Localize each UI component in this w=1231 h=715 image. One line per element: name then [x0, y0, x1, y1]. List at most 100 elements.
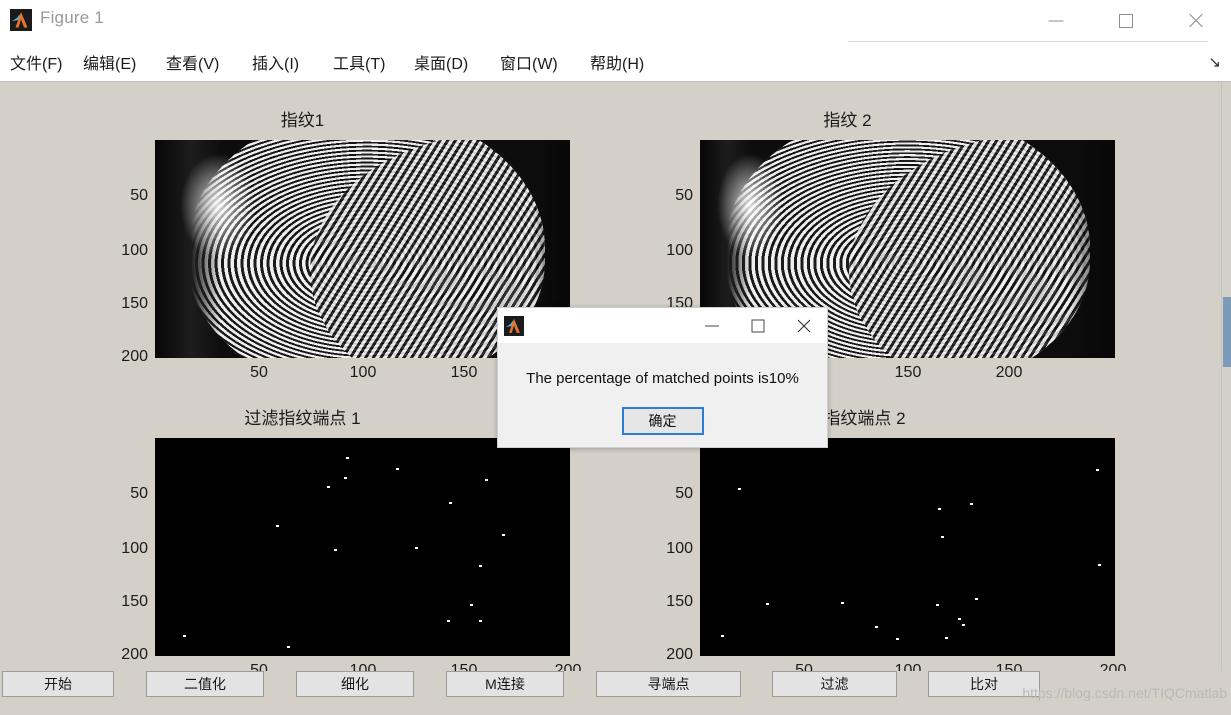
endpoint-marker	[470, 604, 474, 607]
window-title: Figure 1	[40, 8, 104, 27]
endpoint-marker	[479, 564, 483, 567]
endpoint-marker	[287, 646, 291, 649]
ytick-label: 200	[121, 348, 148, 365]
endpoint-marker	[896, 638, 900, 641]
menu-item-edit[interactable]: 编辑(E)	[83, 50, 136, 74]
title-bar: Figure 1	[0, 0, 1231, 42]
matlab-icon	[504, 316, 524, 336]
endpoint-marker	[1098, 563, 1102, 566]
maximize-icon	[751, 319, 765, 332]
endpoint-marker	[485, 478, 489, 481]
ytick-label: 50	[675, 485, 693, 502]
dialog-ok-button[interactable]: 确定	[621, 407, 704, 435]
subplot-endpoints-1: 过滤指纹端点 1 50 100 150 200 50 100 150 200	[30, 394, 581, 684]
menu-item-help[interactable]: 帮助(H)	[590, 50, 644, 74]
ytick-label: 200	[666, 646, 693, 663]
endpoint-marker	[479, 620, 483, 623]
endpoint-marker	[1096, 468, 1100, 471]
start-button[interactable]: 开始	[2, 671, 114, 697]
xtick-label: 50	[250, 364, 268, 381]
subplot-fingerprint-1: 指纹1 50 100 150 200 50 100 150	[30, 96, 575, 386]
endpoint-marker	[447, 620, 451, 623]
subplot-title-endpoints-1: 过滤指纹端点 1	[244, 409, 361, 428]
toolbar-expand-icon[interactable]: ↘	[1208, 53, 1221, 71]
endpoint-marker	[502, 534, 506, 537]
ytick-label: 150	[121, 593, 148, 610]
maximize-button[interactable]	[1091, 0, 1161, 42]
menu-item-view[interactable]: 查看(V)	[166, 50, 219, 74]
menu-item-file[interactable]: 文件(F)	[10, 50, 62, 74]
close-icon	[796, 317, 813, 334]
minimize-icon	[705, 325, 719, 326]
xtick-label: 150	[450, 364, 478, 381]
ytick-label: 50	[130, 485, 148, 502]
scrollbar-thumb[interactable]	[1223, 297, 1231, 367]
ytick-label: 100	[121, 540, 148, 557]
axes-endpoints-2[interactable]	[700, 438, 1115, 656]
endpoint-marker	[345, 456, 349, 459]
ytick-label: 200	[121, 646, 148, 663]
ytick-label: 100	[121, 242, 148, 259]
endpoint-marker	[449, 502, 453, 505]
dialog-title-bar	[498, 308, 827, 343]
endpoint-marker	[766, 603, 770, 606]
xtick-label: 150	[894, 364, 922, 381]
subplot-title-fingerprint-1: 指纹1	[280, 111, 325, 130]
dialog-close-button[interactable]	[781, 308, 827, 343]
menu-bar: 文件(F) 编辑(E) 查看(V) 插入(I) 工具(T) 桌面(D) 窗口(W…	[0, 42, 1231, 82]
close-icon	[1187, 12, 1205, 30]
minimize-button[interactable]	[1021, 0, 1091, 42]
endpoint-marker	[183, 635, 187, 638]
endpoint-marker	[975, 597, 979, 600]
endpoint-marker	[945, 637, 949, 640]
endpoint-marker	[935, 604, 939, 607]
maximize-icon	[1119, 14, 1133, 28]
xtick-label: 100	[349, 364, 377, 381]
ytick-label: 100	[666, 540, 693, 557]
menu-item-desktop[interactable]: 桌面(D)	[414, 50, 468, 74]
axes-endpoints-1[interactable]	[155, 438, 570, 656]
m-connect-button[interactable]: M连接	[446, 671, 564, 697]
matlab-figure-window: Figure 1 文件(F) 编辑(E) 查看(V) 插入(I) 工具(T) 桌…	[0, 0, 1231, 715]
endpoint-marker	[937, 508, 941, 511]
matlab-icon	[10, 9, 32, 31]
message-dialog: The percentage of matched points is10% 确…	[497, 307, 828, 448]
endpoint-marker	[275, 525, 279, 528]
endpoint-marker	[969, 503, 973, 506]
ytick-label: 50	[675, 187, 693, 204]
endpoint-marker	[962, 624, 966, 627]
figure-scrollbar[interactable]	[1221, 82, 1231, 678]
dialog-maximize-button[interactable]	[735, 308, 781, 343]
ytick-label: 50	[130, 187, 148, 204]
dialog-minimize-button[interactable]	[689, 308, 735, 343]
endpoint-marker	[415, 547, 419, 549]
endpoint-marker	[737, 487, 741, 490]
filter-button[interactable]: 过滤	[772, 671, 897, 697]
binarize-button[interactable]: 二值化	[146, 671, 264, 697]
endpoint-marker	[875, 626, 879, 629]
endpoint-marker	[941, 536, 945, 539]
menu-item-insert[interactable]: 插入(I)	[252, 50, 299, 74]
ytick-label: 100	[666, 242, 693, 259]
endpoint-marker	[326, 485, 330, 488]
window-controls	[1021, 0, 1231, 42]
ytick-label: 150	[121, 295, 148, 312]
menu-item-tools[interactable]: 工具(T)	[333, 50, 385, 74]
watermark-text: https://blog.csdn.net/TIQCmatlab	[1022, 685, 1227, 701]
endpoint-marker	[343, 476, 347, 479]
close-button[interactable]	[1161, 0, 1231, 42]
endpoint-marker	[841, 601, 845, 604]
subplot-title-fingerprint-2: 指纹 2	[823, 111, 872, 130]
thinning-button[interactable]: 细化	[296, 671, 414, 697]
control-button-bar: 开始 二值化 细化 M连接 寻端点 过滤 比对 https://blog.csd…	[0, 671, 1231, 715]
minimize-icon	[1048, 20, 1064, 22]
dialog-message: The percentage of matched points is10%	[526, 370, 799, 387]
endpoint-marker	[720, 635, 724, 638]
find-endpoints-button[interactable]: 寻端点	[596, 671, 741, 697]
menu-item-window[interactable]: 窗口(W)	[500, 50, 558, 74]
xtick-label: 200	[995, 364, 1023, 381]
endpoint-marker	[334, 548, 338, 551]
endpoint-marker	[396, 467, 400, 470]
endpoint-marker	[958, 618, 962, 621]
ytick-label: 150	[666, 593, 693, 610]
